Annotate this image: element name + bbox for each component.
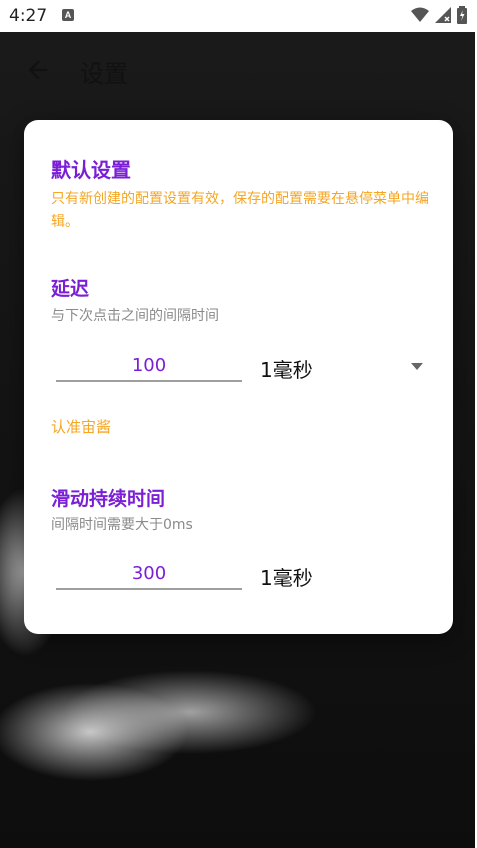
signal-icon bbox=[435, 7, 451, 23]
swipe-duration-input[interactable] bbox=[56, 558, 242, 590]
status-bar: 4:27 A bbox=[0, 0, 477, 32]
status-time: 4:27 bbox=[9, 6, 48, 26]
dialog-title: 默认设置 bbox=[51, 158, 131, 182]
app-toolbar: 设置 bbox=[0, 40, 475, 100]
notification-icon: A bbox=[62, 9, 74, 21]
swipe-duration-label: 滑动持续时间 bbox=[51, 488, 166, 510]
delay-unit-select[interactable]: 1毫秒 bbox=[260, 354, 313, 383]
battery-icon bbox=[457, 6, 467, 24]
delay-label: 延迟 bbox=[51, 278, 90, 300]
author-link[interactable]: 认准宙酱 bbox=[51, 416, 111, 437]
page-title: 设置 bbox=[80, 60, 128, 88]
system-icons bbox=[411, 6, 467, 24]
wifi-icon bbox=[411, 7, 429, 22]
dropdown-arrow-icon[interactable] bbox=[411, 363, 423, 370]
swipe-duration-unit: 1毫秒 bbox=[260, 566, 313, 590]
default-settings-dialog: 默认设置 只有新创建的配置设置有效，保存的配置需要在悬停菜单中编辑。 延迟 与下… bbox=[24, 120, 453, 634]
swipe-duration-hint: 间隔时间需要大于0ms bbox=[51, 517, 193, 533]
delay-input[interactable] bbox=[56, 350, 242, 382]
dialog-description: 只有新创建的配置设置有效，保存的配置需要在悬停菜单中编辑。 bbox=[51, 191, 429, 230]
delay-hint: 与下次点击之间的间隔时间 bbox=[51, 308, 219, 324]
back-arrow-icon[interactable] bbox=[24, 56, 52, 84]
